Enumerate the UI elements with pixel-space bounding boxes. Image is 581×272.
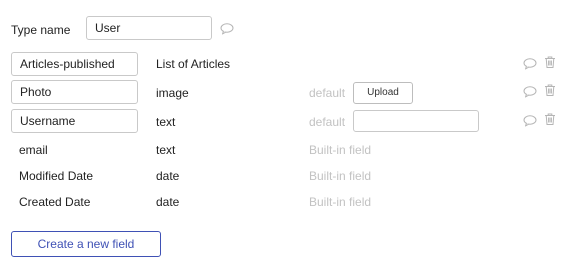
default-label: default — [309, 115, 346, 129]
default-label: default — [309, 86, 346, 100]
field-name: Created Date — [19, 195, 91, 209]
builtin-field-label: Built-in field — [309, 169, 372, 183]
field-type: text — [156, 115, 176, 129]
field-type: text — [156, 143, 176, 157]
type-name-input[interactable]: User — [86, 16, 212, 40]
create-new-field-button[interactable]: Create a new field — [11, 231, 161, 257]
upload-button[interactable]: Upload — [353, 82, 413, 104]
type-name-label: Type name — [11, 23, 71, 37]
field-name: email — [19, 143, 48, 157]
comment-icon[interactable] — [523, 114, 537, 128]
field-type: date — [156, 195, 180, 209]
trash-icon[interactable] — [543, 112, 557, 126]
builtin-field-label: Built-in field — [309, 143, 372, 157]
trash-icon[interactable] — [543, 83, 557, 97]
trash-icon[interactable] — [543, 55, 557, 69]
field-type: image — [156, 86, 189, 100]
field-type: List of Articles — [156, 57, 231, 71]
default-value-input[interactable] — [353, 110, 479, 132]
comment-icon[interactable] — [220, 22, 234, 36]
comment-icon[interactable] — [523, 57, 537, 71]
field-type: date — [156, 169, 180, 183]
builtin-field-label: Built-in field — [309, 195, 372, 209]
field-name-input[interactable]: Photo — [11, 80, 138, 104]
comment-icon[interactable] — [523, 85, 537, 99]
field-name: Modified Date — [19, 169, 94, 183]
field-name-input[interactable]: Articles-published — [11, 52, 138, 76]
field-name-input[interactable]: Username — [11, 109, 138, 133]
